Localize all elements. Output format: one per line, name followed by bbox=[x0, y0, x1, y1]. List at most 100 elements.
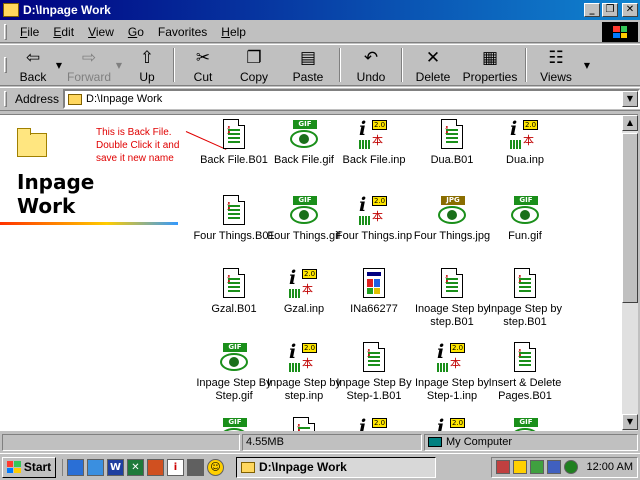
cut-button[interactable]: ✂ Cut bbox=[179, 46, 227, 84]
internet-explorer-icon[interactable] bbox=[67, 458, 84, 476]
file-name: Four Things.inp bbox=[335, 230, 413, 242]
menu-bar: File Edit View Go Favorites Help bbox=[0, 21, 640, 43]
image-file-icon: GIF bbox=[218, 417, 250, 431]
folder-icon bbox=[3, 3, 19, 17]
undo-button[interactable]: ↶ Undo bbox=[345, 46, 397, 84]
file-name: Dua.inp bbox=[506, 154, 544, 166]
copy-icon: ❐ bbox=[246, 48, 262, 68]
back-dropdown-arrow[interactable]: ▼ bbox=[53, 46, 65, 84]
menu-view[interactable]: View bbox=[81, 25, 121, 39]
file-item[interactable]: i2.0本 bbox=[332, 417, 416, 431]
file-item[interactable]: i 2.0 本 Four Things.inp bbox=[332, 195, 416, 243]
menu-favorites[interactable]: Favorites bbox=[151, 25, 214, 39]
status-panel-objects bbox=[2, 433, 240, 451]
clock[interactable]: 12:00 AM bbox=[587, 461, 633, 473]
tray-app-icon[interactable] bbox=[563, 460, 578, 474]
taskbar-button-inpage-work[interactable]: D:\Inpage Work bbox=[236, 456, 436, 478]
paste-button[interactable]: ▤ Paste bbox=[281, 46, 335, 84]
views-icon: ☷ bbox=[548, 48, 564, 68]
minimize-button[interactable]: _ bbox=[584, 3, 600, 17]
addressbar-grip[interactable] bbox=[4, 91, 7, 107]
menu-file[interactable]: File bbox=[13, 25, 46, 39]
folder-title: Inpage Work bbox=[17, 170, 95, 218]
up-button[interactable]: ⇧ Up bbox=[125, 46, 169, 84]
file-view[interactable]: Inpage Work This is Back File. Double Cl… bbox=[0, 114, 622, 431]
tray-app-icon[interactable] bbox=[495, 460, 510, 474]
file-name: Four Things.jpg bbox=[413, 230, 491, 242]
views-button[interactable]: ☷ Views bbox=[531, 46, 581, 84]
file-item[interactable]: i Inpage Step by step.B01 bbox=[483, 268, 567, 329]
standard-toolbar: ⇦ Back ▼ ⇨ Forward ▼ ⇧ Up ✂ Cut ❐ Copy ▤… bbox=[0, 44, 640, 86]
file-item[interactable]: i Dua.B01 bbox=[410, 119, 494, 167]
application-icon bbox=[358, 268, 390, 300]
excel-icon[interactable]: ✕ bbox=[127, 458, 144, 476]
menubar-grip[interactable] bbox=[4, 23, 7, 40]
window-title: D:\Inpage Work bbox=[23, 3, 111, 17]
document-icon: i bbox=[436, 268, 468, 300]
scroll-down-button[interactable]: ▼ bbox=[622, 414, 638, 430]
document-icon: i bbox=[358, 342, 390, 374]
file-item[interactable]: GIF bbox=[483, 417, 567, 431]
file-item[interactable]: i Insert & Delete Pages.B01 bbox=[483, 342, 567, 403]
views-dropdown-arrow[interactable]: ▼ bbox=[581, 46, 593, 84]
menu-go[interactable]: Go bbox=[121, 25, 151, 39]
inpage-file-icon: i2.0本 bbox=[358, 417, 390, 431]
forward-dropdown-arrow[interactable]: ▼ bbox=[113, 46, 125, 84]
file-item[interactable]: i 2.0 本 Back File.inp bbox=[332, 119, 416, 167]
maximize-button[interactable]: ❐ bbox=[602, 3, 618, 17]
copy-button[interactable]: ❐ Copy bbox=[227, 46, 281, 84]
vertical-scrollbar[interactable]: ▲ ▼ bbox=[622, 114, 638, 431]
back-button[interactable]: ⇦ Back bbox=[13, 46, 53, 84]
forward-arrow-icon: ⇨ bbox=[81, 48, 97, 68]
address-bar: Address D:\Inpage Work ▼ bbox=[0, 87, 640, 111]
start-button[interactable]: Start bbox=[2, 456, 56, 478]
inpage-file-icon: i2.0本 bbox=[436, 417, 468, 431]
up-folder-icon: ⇧ bbox=[139, 48, 155, 68]
file-item[interactable]: i Inpage Step By Step-1.B01 bbox=[332, 342, 416, 403]
tray-app-icon[interactable] bbox=[529, 460, 544, 474]
file-item[interactable]: i Inoage Step by step.B01 bbox=[410, 268, 494, 329]
inpage-file-icon: i2.0本 bbox=[437, 341, 466, 372]
document-icon: i bbox=[509, 342, 541, 374]
windows-logo-icon bbox=[6, 461, 21, 473]
status-bar: 4.55MB My Computer bbox=[0, 432, 640, 452]
file-item[interactable]: i2.0本 bbox=[410, 417, 494, 431]
document-icon: i bbox=[288, 417, 320, 431]
file-item[interactable]: i 2.0 本 Dua.inp bbox=[483, 119, 567, 167]
address-input[interactable]: D:\Inpage Work ▼ bbox=[63, 89, 640, 109]
messenger-icon[interactable]: ☺ bbox=[207, 458, 224, 476]
toolbar-separator bbox=[339, 48, 341, 82]
scroll-up-button[interactable]: ▲ bbox=[622, 115, 638, 131]
tray-app-icon[interactable] bbox=[546, 460, 561, 474]
volume-icon[interactable] bbox=[512, 460, 527, 474]
forward-button[interactable]: ⇨ Forward bbox=[65, 46, 113, 84]
image-file-icon: GIF bbox=[288, 119, 320, 151]
toolbar-separator bbox=[525, 48, 527, 82]
folder-icon bbox=[17, 128, 47, 157]
powerpoint-icon[interactable] bbox=[147, 458, 164, 476]
delete-button[interactable]: ✕ Delete bbox=[407, 46, 459, 84]
file-name: Back File.inp bbox=[342, 154, 406, 166]
scroll-thumb[interactable] bbox=[622, 133, 638, 303]
toolbar-grip[interactable] bbox=[4, 57, 7, 73]
file-name: Inpage Step by Step-1.inp bbox=[414, 377, 489, 402]
file-item[interactable]: i 2.0 本 Inpage Step by Step-1.inp bbox=[410, 342, 494, 403]
inpage-icon[interactable]: i bbox=[167, 458, 184, 476]
folder-icon bbox=[68, 93, 83, 105]
system-tray: 12:00 AM bbox=[490, 456, 638, 478]
my-computer-icon bbox=[428, 437, 442, 447]
menu-help[interactable]: Help bbox=[214, 25, 253, 39]
menu-edit[interactable]: Edit bbox=[46, 25, 81, 39]
file-item[interactable]: JPG Four Things.jpg bbox=[410, 195, 494, 243]
file-item[interactable]: INa66277 bbox=[332, 268, 416, 316]
close-button[interactable]: ✕ bbox=[622, 3, 638, 17]
properties-button[interactable]: ▦ Properties bbox=[459, 46, 521, 84]
word-icon[interactable]: W bbox=[107, 458, 124, 476]
address-dropdown-button[interactable]: ▼ bbox=[622, 91, 638, 107]
file-item[interactable]: GIF Fun.gif bbox=[483, 195, 567, 243]
file-name: INa66277 bbox=[350, 303, 398, 315]
folder-title-rule bbox=[0, 222, 178, 225]
media-icon[interactable] bbox=[187, 458, 204, 476]
outlook-express-icon[interactable] bbox=[87, 458, 104, 476]
back-arrow-icon: ⇦ bbox=[25, 48, 41, 68]
